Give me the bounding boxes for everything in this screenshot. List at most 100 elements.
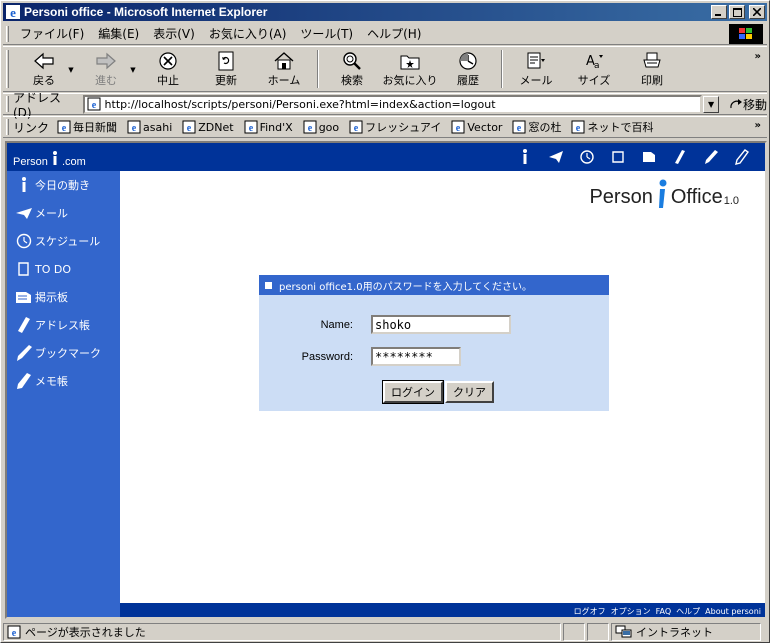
menu-help[interactable]: ヘルプ(H) [360,23,428,44]
login-button[interactable]: ログイン [382,380,444,404]
link-madonomori[interactable]: e 窓の杜 [512,119,561,135]
status-bar: e ページが表示されました イントラネット [3,622,767,641]
size-button[interactable]: Aa サイズ [565,50,623,90]
todo-note-icon [18,262,29,276]
title-bar[interactable]: e Personi office - Microsoft Internet Ex… [3,3,767,21]
nav-today-button[interactable] [516,148,534,166]
link-findx[interactable]: e Find'X [244,120,293,134]
name-input[interactable] [371,315,511,334]
clear-button[interactable]: クリア [445,381,494,403]
mail-label: メール [519,74,553,87]
close-icon [753,8,761,16]
page-icon: e [244,120,258,134]
sidebar-item-memo[interactable]: メモ帳 [7,367,120,395]
address-input[interactable]: e http://localhost/scripts/personi/Perso… [82,94,703,114]
address-label: アドレス(D) [13,90,62,120]
page-icon: e [303,120,317,134]
sidebar-item-address[interactable]: アドレス帳 [7,311,120,339]
footer-help-link[interactable]: ヘルプ [676,606,700,617]
link-netdehyakka[interactable]: e ネットで百科 [571,119,653,135]
nav-mail-button[interactable] [547,148,565,166]
windows-logo [729,24,763,44]
menu-view[interactable]: 表示(V) [146,23,202,44]
back-dropdown[interactable]: ▼ [65,50,77,90]
search-button[interactable]: 検索 [323,50,381,90]
page-icon: e [57,120,71,134]
sidebar-item-bookmark[interactable]: ブックマーク [7,339,120,367]
history-button[interactable]: 履歴 [439,50,497,90]
brand-i-icon [52,151,57,165]
mail-button[interactable]: メール [507,50,565,90]
nav-bookmark-button[interactable] [702,148,720,166]
favorites-button[interactable]: お気に入り [381,50,439,90]
footer-faq-link[interactable]: FAQ [656,607,672,616]
nav-schedule-button[interactable] [578,148,596,166]
links-label: リンク [13,120,50,135]
svg-text:e: e [307,123,312,134]
svg-text:e: e [456,123,461,134]
print-label: 印刷 [641,74,663,87]
sidebar-item-today[interactable]: 今日の動き [7,171,120,199]
today-icon [523,149,527,164]
size-label: サイズ [577,74,611,87]
footer-logoff-link[interactable]: ログオフ [574,606,606,617]
address-url: http://localhost/scripts/personi/Personi… [104,97,496,111]
link-mainichi[interactable]: e 毎日新聞 [57,119,117,135]
home-icon [274,52,294,70]
nav-memo-button[interactable] [733,148,751,166]
menu-favorites[interactable]: お気に入り(A) [202,23,294,44]
footer-about-link[interactable]: About personi [705,607,761,616]
address-dropdown[interactable]: ▼ [703,95,720,113]
footer-options-link[interactable]: オプション [611,606,651,617]
brand-logo[interactable]: Person .com [13,151,86,168]
nav-todo-button[interactable] [609,148,627,166]
svg-text:e: e [517,123,522,134]
address-grip [6,96,9,112]
links-grip [6,119,9,135]
menu-tools[interactable]: ツール(T) [293,23,360,44]
print-icon [643,52,661,68]
page-done-icon: e [7,625,21,639]
sidebar-item-todo[interactable]: TO DO [7,255,120,283]
menu-file[interactable]: ファイル(F) [13,23,91,44]
page-icon: e [512,120,526,134]
link-fresheye[interactable]: e フレッシュアイ [349,119,441,135]
link-zdnet[interactable]: e ZDNet [182,120,234,134]
intranet-icon [615,625,632,637]
mail-plane-icon [549,151,563,163]
go-button[interactable]: 移動 [729,96,767,113]
sidebar-item-schedule[interactable]: スケジュール [7,227,120,255]
refresh-button[interactable]: 更新 [197,50,255,90]
sidebar-item-board[interactable]: 掲示板 [7,283,120,311]
svg-text:e: e [62,123,67,134]
home-button[interactable]: ホーム [255,50,313,90]
link-vector[interactable]: e Vector [451,120,502,134]
svg-text:e: e [91,100,96,111]
svg-text:e: e [187,123,192,134]
minimize-button[interactable] [711,5,727,19]
print-button[interactable]: 印刷 [623,50,681,90]
password-input[interactable] [371,347,461,366]
window-title: Personi office - Microsoft Internet Expl… [24,5,268,19]
ie-icon: e [6,5,20,20]
stop-button[interactable]: 中止 [139,50,197,90]
minimize-icon [715,14,721,16]
menu-edit[interactable]: 編集(E) [91,23,146,44]
maximize-button[interactable] [729,5,745,19]
link-goo[interactable]: e goo [303,120,339,134]
link-asahi[interactable]: e asahi [127,120,172,134]
browser-window: e Personi office - Microsoft Internet Ex… [0,0,770,643]
bullet-square-icon [265,281,272,289]
nav-board-button[interactable] [640,148,658,166]
mail-icon [527,52,545,69]
history-label: 履歴 [457,74,479,87]
sidebar-item-mail[interactable]: メール [7,199,120,227]
back-label: 戻る [33,74,55,87]
board-icon [16,292,31,303]
home-label: ホーム [267,74,301,87]
nav-address-button[interactable] [671,148,689,166]
close-button[interactable] [749,5,765,19]
forward-dropdown[interactable]: ▼ [127,50,139,90]
links-chevron[interactable]: » [755,120,761,131]
toolbar-chevron[interactable]: » [755,51,761,62]
